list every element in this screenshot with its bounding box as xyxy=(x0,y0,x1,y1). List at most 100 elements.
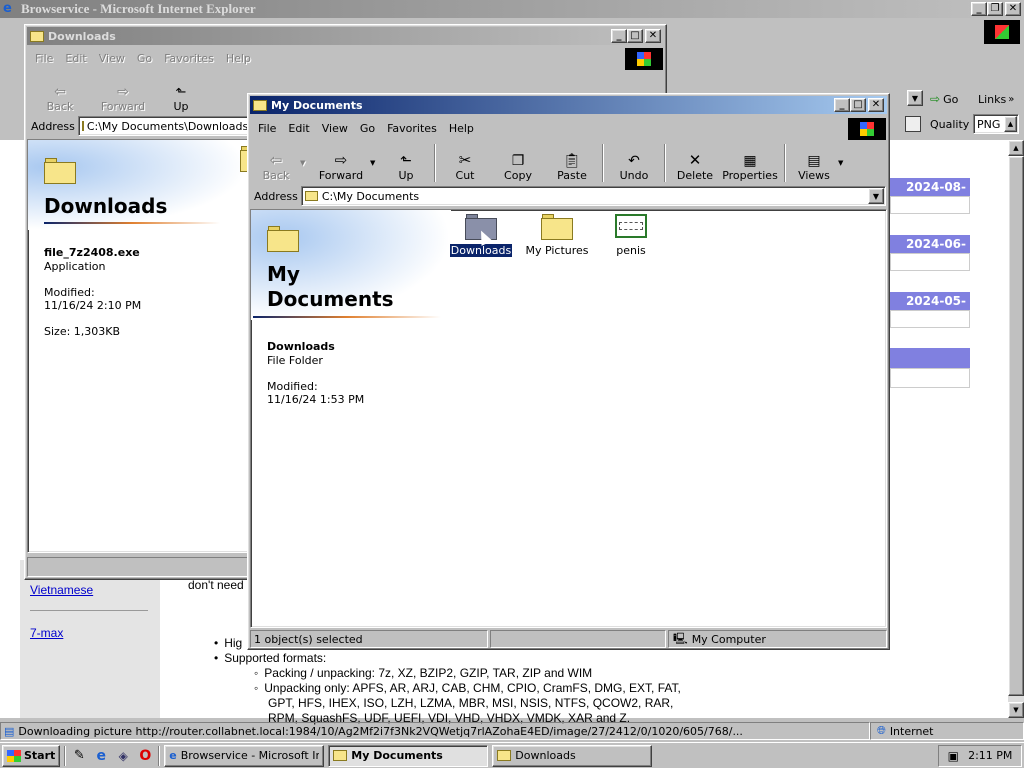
task-downloads[interactable]: Downloads xyxy=(492,744,653,767)
task-browservice[interactable]: e Browservice - Microsoft Int... xyxy=(164,744,325,767)
dl-file-type: Application xyxy=(44,260,106,273)
ie-links-button[interactable]: Links » xyxy=(978,90,1014,108)
ie-vscrollbar[interactable]: ▲ ▼ xyxy=(1008,140,1024,718)
mydocs-panel-folder-icon xyxy=(267,226,299,252)
up-button[interactable]: ⬑ Up xyxy=(382,144,430,182)
task-my-documents[interactable]: My Documents xyxy=(328,744,489,767)
ie-toolbar-icon-print[interactable] xyxy=(905,116,921,132)
ie-page-icon: ▤ xyxy=(4,724,15,738)
quicklaunch-desktop-icon[interactable]: ✎ xyxy=(70,747,88,765)
quicklaunch-ie-icon[interactable]: e xyxy=(92,747,110,765)
menu-go[interactable]: Go xyxy=(354,120,381,138)
ie-close-button[interactable]: ✕ xyxy=(1005,2,1021,16)
back-button[interactable]: ⇦ Back xyxy=(252,144,300,182)
forward-arrow-icon: ⇨ xyxy=(334,151,348,169)
ie-address-dropdown[interactable]: ▼ xyxy=(907,90,923,106)
menu-edit[interactable]: Edit xyxy=(282,120,315,138)
mydocs-titlebar[interactable]: My Documents _ □ ✕ xyxy=(250,96,887,114)
views-dropdown-icon[interactable]: ▼ xyxy=(838,159,850,167)
forward-arrow-icon: ⇨ xyxy=(117,84,129,100)
copy-button[interactable]: ❐ Copy xyxy=(490,144,546,182)
image-file-icon xyxy=(615,214,647,238)
date-badge-2: 2024-06-19 xyxy=(890,235,970,269)
folder-task-icon xyxy=(497,750,512,761)
downloads-maximize-button[interactable]: □ xyxy=(627,29,643,43)
sub-bullet-unpacking-2: GPT, HFS, IHEX, ISO, LZH, LZMA, MBR, MSI… xyxy=(268,696,674,710)
undo-button[interactable]: ↶ Undo xyxy=(608,144,660,182)
dl-menu-help[interactable]: Help xyxy=(220,50,257,68)
downloads-minimize-button[interactable]: _ xyxy=(611,29,627,43)
downloads-menubar: File Edit View Go Favorites Help xyxy=(29,49,619,69)
item-penis[interactable]: penis xyxy=(601,214,661,257)
address-dropdown-button[interactable]: ▼ xyxy=(868,188,884,204)
menu-file[interactable]: File xyxy=(252,120,282,138)
ie-go-button[interactable]: ⇨ Go xyxy=(930,90,958,108)
delete-button[interactable]: ✕ Delete xyxy=(670,144,720,182)
ie-minimize-button[interactable]: _ xyxy=(971,2,987,16)
ie-task-icon: e xyxy=(169,749,177,762)
forward-dropdown-icon[interactable]: ▼ xyxy=(370,159,382,167)
vietnamese-link[interactable]: Vietnamese xyxy=(30,583,93,597)
body-text-dont-need: don't need xyxy=(188,578,244,592)
tray-clock[interactable]: 2:11 PM xyxy=(968,749,1012,762)
date-badge-3: 2024-05-14 xyxy=(890,292,970,326)
address-field[interactable]: C:\My Documents ▼ xyxy=(300,186,886,206)
sub-bullet-packing: ◦ Packing / unpacking: 7z, XZ, BZIP2, GZI… xyxy=(254,666,593,680)
back-arrow-icon: ⇦ xyxy=(54,84,66,100)
menu-favorites[interactable]: Favorites xyxy=(381,120,443,138)
back-dropdown-icon[interactable]: ▼ xyxy=(300,159,312,167)
quality-label: Quality xyxy=(930,118,970,131)
mydocs-maximize-button[interactable]: □ xyxy=(850,98,866,112)
ie-titlebar: e Browservice - Microsoft Internet Explo… xyxy=(0,0,1024,18)
mydocs-address-bar: Address C:\My Documents ▼ xyxy=(252,185,886,207)
dl-menu-edit[interactable]: Edit xyxy=(59,50,92,68)
dl-menu-favorites[interactable]: Favorites xyxy=(158,50,220,68)
start-button[interactable]: Start xyxy=(2,744,61,767)
dl-modified-label: Modified: xyxy=(44,286,95,299)
undo-icon: ↶ xyxy=(628,153,640,169)
dl-address-field[interactable]: C:\My Documents\Downloads xyxy=(77,116,249,136)
ie-throbber xyxy=(984,20,1020,44)
dl-back-button[interactable]: ⇦ Back xyxy=(35,75,85,113)
dl-forward-button[interactable]: ⇨ Forward xyxy=(93,75,153,113)
downloads-close-button[interactable]: ✕ xyxy=(645,29,661,43)
menu-view[interactable]: View xyxy=(316,120,354,138)
cut-button[interactable]: ✂ Cut xyxy=(440,144,490,182)
dl-up-button[interactable]: ⬑ Up xyxy=(161,75,201,113)
folder-task-icon xyxy=(333,750,348,761)
mydocs-close-button[interactable]: ✕ xyxy=(868,98,884,112)
folder-icon xyxy=(30,30,44,42)
views-grid-icon: ▤ xyxy=(807,153,821,169)
dl-menu-file[interactable]: File xyxy=(29,50,59,68)
ie-icon: e xyxy=(3,1,12,16)
mydocs-window: My Documents _ □ ✕ File Edit View Go Fav… xyxy=(247,93,890,650)
downloads-title: Downloads xyxy=(48,29,116,43)
dl-menu-go[interactable]: Go xyxy=(131,50,158,68)
mydocs-minimize-button[interactable]: _ xyxy=(834,98,850,112)
dl-size: Size: 1,303KB xyxy=(44,325,121,338)
tray-calendar-icon[interactable]: ▣ xyxy=(948,749,959,763)
item-penis-label: penis xyxy=(616,244,646,257)
item-my-pictures[interactable]: My Pictures xyxy=(523,214,591,257)
views-button[interactable]: ▤ Views xyxy=(790,144,838,182)
folder-icon xyxy=(81,121,84,131)
dl-menu-view[interactable]: View xyxy=(93,50,131,68)
dl-content: Downloads file_7z2408.exe Application Mo… xyxy=(27,139,272,553)
quicklaunch-channels-icon[interactable]: ◈ xyxy=(114,747,132,765)
paste-icon: 📋︎ xyxy=(563,153,581,169)
properties-button[interactable]: ▦ Properties xyxy=(720,144,780,182)
quality-select[interactable]: PNG ▲ xyxy=(973,114,1019,134)
quicklaunch-opera-icon[interactable]: O xyxy=(136,747,154,765)
dl-file-name: file_7z2408.exe xyxy=(44,246,140,259)
ie-maximize-button[interactable]: ❐ xyxy=(987,2,1003,16)
downloads-titlebar[interactable]: Downloads _ □ ✕ xyxy=(27,27,664,45)
dl-panel-title: Downloads xyxy=(44,194,168,218)
back-arrow-icon: ⇦ xyxy=(269,151,283,169)
7max-link[interactable]: 7-max xyxy=(30,626,63,640)
properties-icon: ▦ xyxy=(743,153,757,169)
address-label: Address xyxy=(254,189,298,203)
internet-zone-icon: 🌐︎ xyxy=(877,724,886,737)
paste-button[interactable]: 📋︎ Paste xyxy=(546,144,598,182)
forward-button[interactable]: ⇨ Forward xyxy=(312,144,370,182)
menu-help[interactable]: Help xyxy=(443,120,480,138)
